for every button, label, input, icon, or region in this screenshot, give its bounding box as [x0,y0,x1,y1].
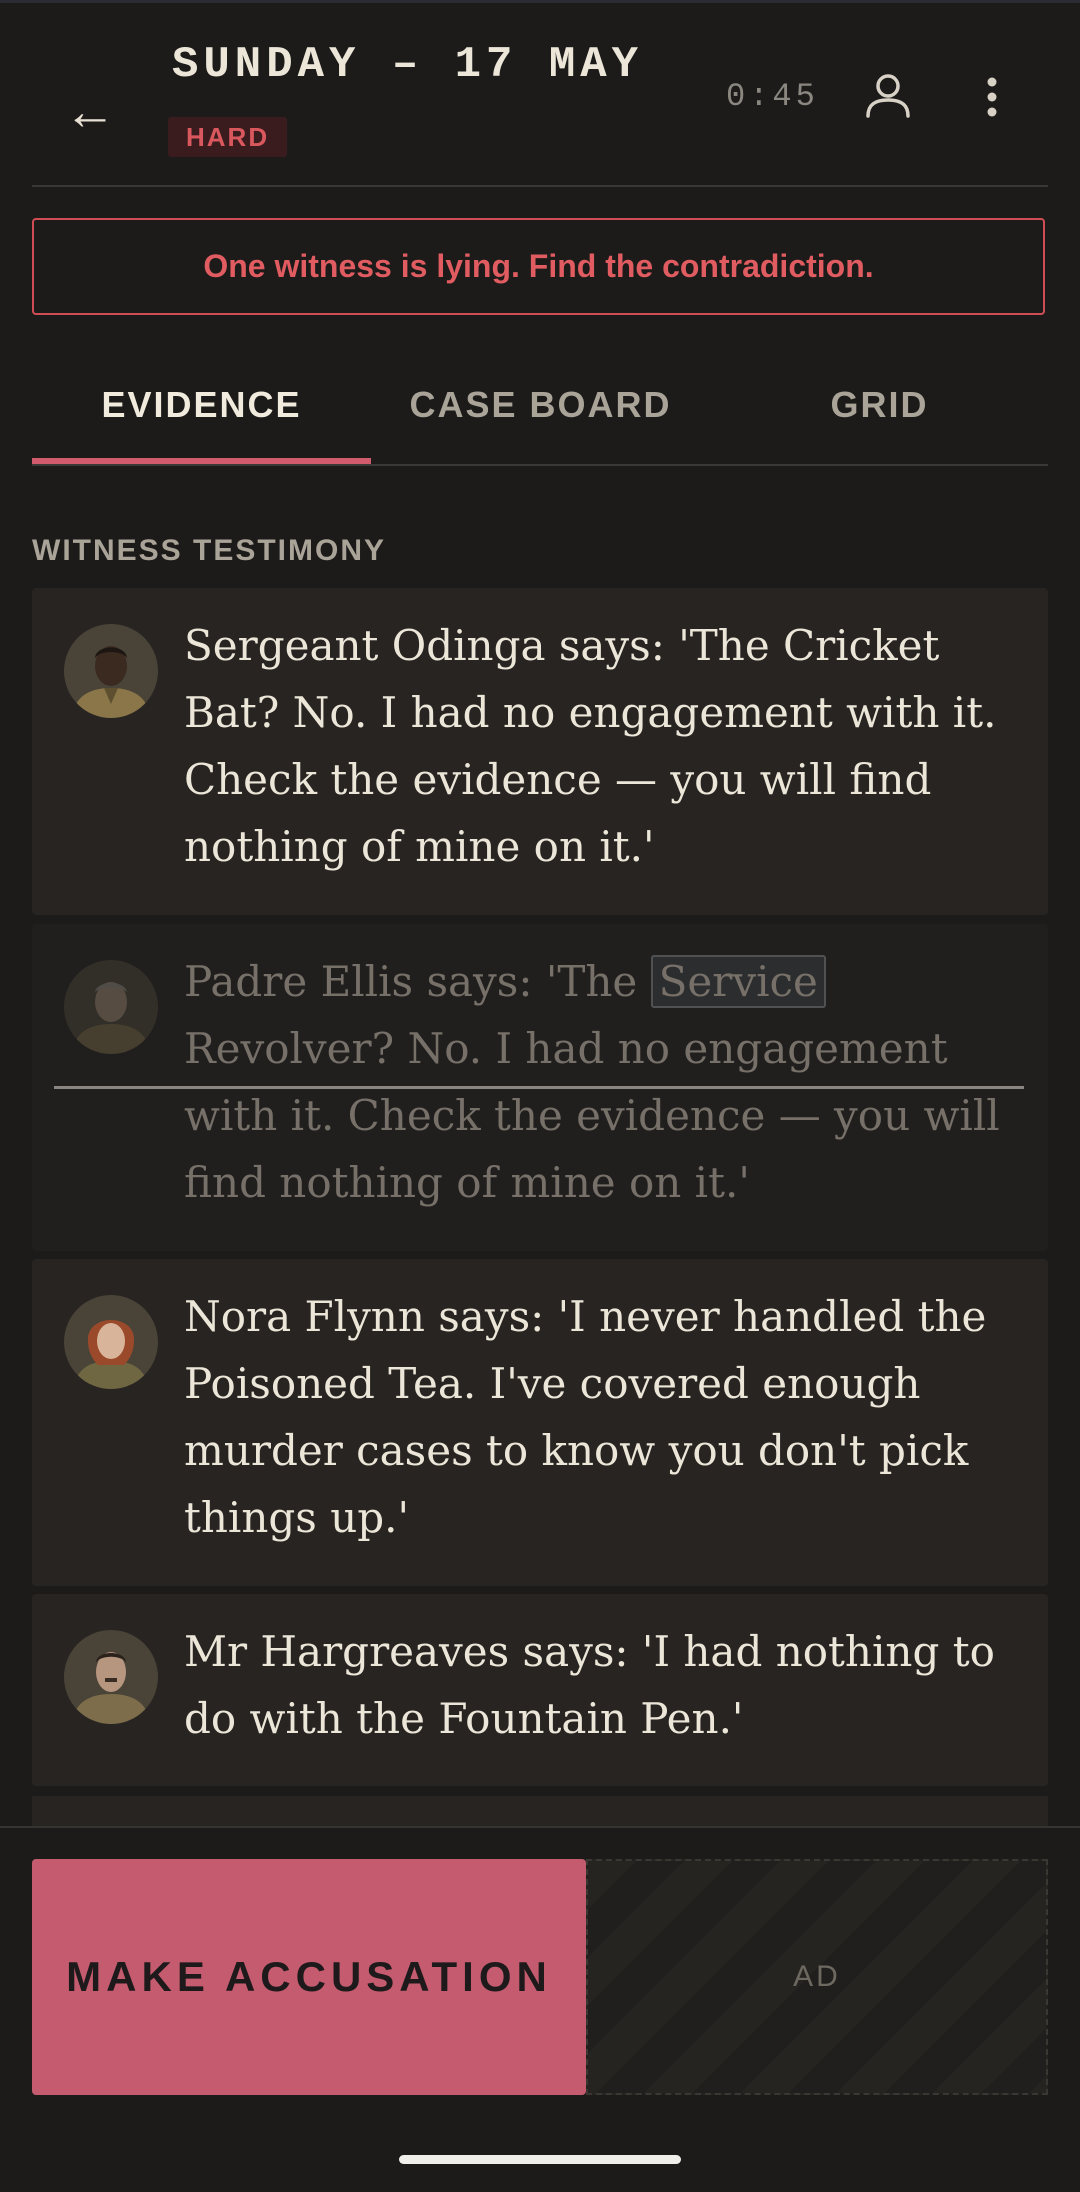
tab-evidence[interactable]: EVIDENCE [32,360,371,466]
user-icon [866,74,910,118]
home-indicator[interactable] [399,2155,681,2164]
tab-case-board[interactable]: CASE BOARD [371,360,710,466]
timer: 0:45 [726,78,819,115]
avatar [64,624,158,718]
case-instruction-banner: One witness is lying. Find the contradic… [32,218,1045,315]
testimony-text-start: Padre Ellis says: 'The [184,957,651,1006]
testimony-text-end: Revolver? No. I had no engagement with i… [184,1024,1000,1207]
strikethrough-line [54,1086,1024,1089]
next-testimony-card[interactable] [32,1796,1048,1826]
testimony-card-dismissed[interactable]: Padre Ellis says: 'The Service Revolver?… [32,924,1048,1251]
highlighted-keyword[interactable]: Service [650,955,826,1008]
profile-button[interactable] [862,70,914,122]
testimony-card[interactable]: Sergeant Odinga says: 'The Cricket Bat? … [32,588,1048,915]
testimony-text: Padre Ellis says: 'The Service Revolver?… [184,948,1016,1216]
page-title: SUNDAY – 17 MAY [172,40,644,90]
more-menu-button[interactable] [972,70,1012,122]
testimony-card[interactable]: Nora Flynn says: 'I never handled the Po… [32,1259,1048,1586]
avatar [64,1630,158,1724]
section-heading: WITNESS TESTIMONY [32,534,387,567]
ad-slot[interactable]: AD [586,1859,1048,2095]
difficulty-badge: HARD [168,117,288,157]
make-accusation-button[interactable]: MAKE ACCUSATION [32,1859,586,2095]
testimony-card[interactable]: Mr Hargreaves says: 'I had nothing to do… [32,1594,1048,1786]
arrow-left-icon: ← [64,83,116,141]
tab-bar: EVIDENCE CASE BOARD GRID [32,360,1048,466]
app-header: ← SUNDAY – 17 MAY HARD 0:45 [0,0,1080,186]
avatar [64,1295,158,1389]
testimony-text: Nora Flynn says: 'I never handled the Po… [184,1292,987,1542]
tab-grid[interactable]: GRID [710,360,1049,466]
avatar [64,960,158,1054]
testimony-text: Sergeant Odinga says: 'The Cricket Bat? … [184,621,997,871]
tabs-divider [32,464,1048,466]
back-button[interactable]: ← [60,82,120,142]
more-vertical-icon [987,77,997,117]
testimony-text: Mr Hargreaves says: 'I had nothing to do… [184,1627,995,1743]
header-divider [32,185,1048,187]
